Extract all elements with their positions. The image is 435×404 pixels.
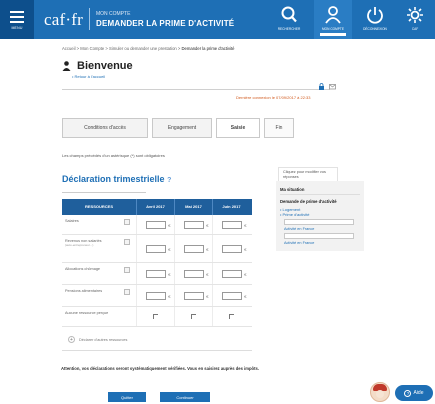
amount-input[interactable] xyxy=(221,220,246,229)
step-saisie: Saisie xyxy=(216,118,260,138)
add-resources-link[interactable]: + Déclarer d'autres ressources xyxy=(68,336,127,343)
user-icon xyxy=(62,61,71,71)
table-row: Allocations chômage xyxy=(62,263,252,285)
table-row: Pensions alimentaires xyxy=(62,285,252,307)
col-resources: RESSOURCES xyxy=(84,203,113,209)
step-conditions: Conditions d'accès xyxy=(62,118,148,138)
table-row: Aucune ressource perçue xyxy=(62,307,252,327)
row-label: Salaires xyxy=(65,219,79,223)
top-header: MENU caf·fr MON COMPTE DEMANDER LA PRIME… xyxy=(0,0,435,39)
col-month-3: Juin 2017 xyxy=(212,199,250,215)
account-label: MON COMPTE xyxy=(96,11,131,17)
sidebar-field[interactable] xyxy=(284,233,354,239)
account-button[interactable]: MON COMPTE xyxy=(314,0,352,39)
title-underline xyxy=(62,187,146,193)
step-engagement: Engagement xyxy=(152,118,212,138)
caf-logo[interactable]: caf·fr xyxy=(44,10,83,30)
step-fin: Fin xyxy=(264,118,294,138)
table-header: RESSOURCES Avril 2017 Mai 2017 Juin 2017 xyxy=(62,199,252,215)
account-icon xyxy=(325,6,341,24)
no-resource-checkbox[interactable] xyxy=(229,314,234,319)
info-icon[interactable] xyxy=(124,219,130,225)
progress-steps: Conditions d'accès Engagement Saisie Fin xyxy=(62,118,298,138)
amount-input[interactable] xyxy=(145,269,170,278)
mail-icon[interactable] xyxy=(329,83,336,90)
divider xyxy=(62,89,330,90)
breadcrumb-current: Demander la prime d'activité xyxy=(181,46,235,51)
breadcrumb: Accueil > Mon Compte > Simuler ou demand… xyxy=(62,46,234,51)
account-tools xyxy=(318,83,336,90)
attention-message: Attention, vos déclarations seront systé… xyxy=(61,366,259,371)
search-icon xyxy=(281,6,297,23)
menu-label: MENU xyxy=(11,25,23,30)
col-month-2: Mai 2017 xyxy=(174,199,212,215)
search-button[interactable]: RECHERCHER xyxy=(270,0,308,39)
question-icon: ? xyxy=(404,389,412,397)
sidebar-activity-link[interactable]: Activité en France xyxy=(284,227,360,231)
row-label: Allocations chômage xyxy=(65,267,101,271)
welcome-title: Bienvenue xyxy=(77,60,133,72)
amount-input[interactable] xyxy=(145,291,170,300)
hamburger-icon xyxy=(10,11,24,13)
last-connection: Dernière connexion le 07/09/2017 à 22:33 xyxy=(236,95,311,100)
welcome-title-row: Bienvenue xyxy=(62,60,362,72)
header-divider xyxy=(89,8,90,30)
no-resource-checkbox[interactable] xyxy=(191,314,196,319)
amount-input[interactable] xyxy=(183,269,208,278)
info-icon[interactable] xyxy=(124,289,130,295)
sidebar-demand-title: Demande de prime d'activité xyxy=(280,199,337,204)
quit-button[interactable]: Quitter xyxy=(108,392,146,402)
plus-icon: + xyxy=(68,336,75,343)
sidebar-activity-link[interactable]: Activité en France xyxy=(284,241,360,245)
help-icon[interactable]: ? xyxy=(167,177,171,184)
sidebar: Ma situation Demande de prime d'activité… xyxy=(276,181,364,251)
amount-input[interactable] xyxy=(145,244,170,253)
row-label: Aucune ressource perçue xyxy=(65,311,109,315)
no-resource-checkbox[interactable] xyxy=(153,314,158,319)
amount-input[interactable] xyxy=(183,244,208,253)
amount-input[interactable] xyxy=(221,291,246,300)
row-label: Pensions alimentaires xyxy=(65,289,103,293)
mandatory-note: Les champs précédés d'un astérisque (*) … xyxy=(62,153,165,158)
info-icon[interactable] xyxy=(124,239,130,245)
logout-icon xyxy=(367,7,383,24)
settings-icon xyxy=(407,7,423,23)
caf-settings-button[interactable]: CAF xyxy=(396,0,434,39)
amount-input[interactable] xyxy=(221,244,246,253)
logout-button[interactable]: DÉCONNEXION xyxy=(356,0,394,39)
breadcrumb-path[interactable]: Accueil > Mon Compte > Simuler ou demand… xyxy=(62,46,182,51)
continue-button[interactable]: Continuer xyxy=(160,392,210,402)
table-row: Revenus non salariés (auto-entrepreneur.… xyxy=(62,235,252,263)
amount-input[interactable] xyxy=(183,220,208,229)
divider xyxy=(62,350,252,351)
sidebar-list: Logement Prime d'activité xyxy=(280,207,360,217)
col-month-1: Avril 2017 xyxy=(136,199,174,215)
amount-input[interactable] xyxy=(183,291,208,300)
resources-table: RESSOURCES Avril 2017 Mai 2017 Juin 2017… xyxy=(62,199,252,327)
table-row: Salaires xyxy=(62,215,252,235)
sidebar-section-title: Ma situation xyxy=(280,185,360,195)
lock-icon[interactable] xyxy=(318,83,325,90)
sidebar-field[interactable] xyxy=(284,219,354,225)
sidebar-item-prime[interactable]: Prime d'activité xyxy=(280,212,360,217)
back-home-link[interactable]: • Retour à l'accueil xyxy=(72,74,362,79)
welcome-block: Bienvenue • Retour à l'accueil xyxy=(62,60,362,79)
form-title: Déclaration trimestrielle ? xyxy=(62,174,172,184)
page-title: DEMANDER LA PRIME D'ACTIVITÉ xyxy=(96,19,235,28)
amount-input[interactable] xyxy=(221,269,246,278)
assistant-avatar[interactable] xyxy=(370,382,390,402)
info-icon[interactable] xyxy=(124,267,130,273)
menu-button[interactable]: MENU xyxy=(0,0,34,39)
help-button[interactable]: ? Aide xyxy=(395,385,433,401)
amount-input[interactable] xyxy=(145,220,170,229)
